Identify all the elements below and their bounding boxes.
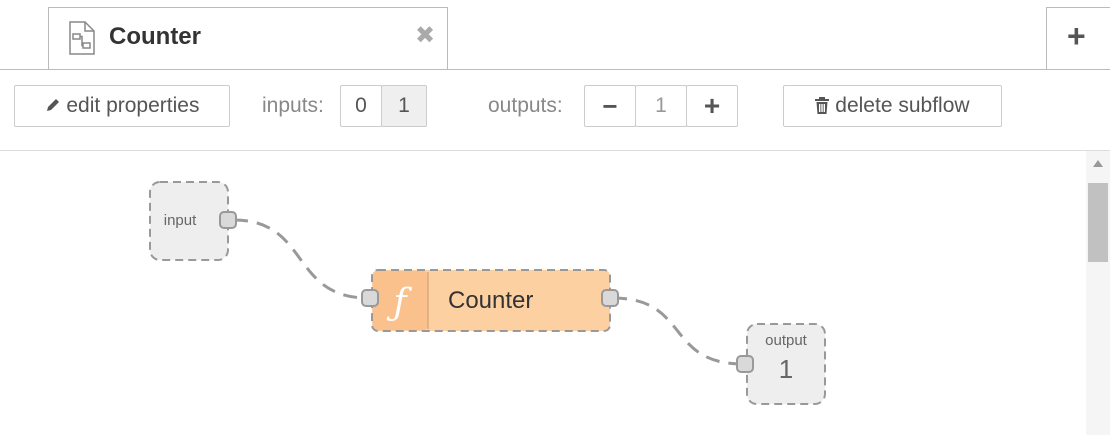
input-node-port[interactable] [219, 211, 237, 229]
output-node-number: 1 [779, 354, 793, 384]
output-node-port[interactable] [736, 355, 754, 373]
input-node[interactable]: input [149, 181, 237, 261]
scrollbar-thumb[interactable] [1088, 183, 1108, 262]
function-node-counter[interactable]: ƒ Counter [361, 269, 619, 332]
function-node-input-port[interactable] [361, 289, 379, 307]
flow-diagram: input ƒ Counter output 1 [149, 181, 826, 405]
function-node-output-port[interactable] [601, 289, 619, 307]
scroll-up-arrow-icon[interactable] [1093, 160, 1103, 167]
function-node-label: Counter [448, 287, 533, 314]
output-node-label: output [765, 332, 808, 349]
input-node-label: input [164, 212, 197, 229]
wire-input-to-counter[interactable] [233, 218, 369, 300]
output-node[interactable]: output 1 [736, 323, 826, 405]
wire-counter-to-output[interactable] [612, 296, 744, 366]
